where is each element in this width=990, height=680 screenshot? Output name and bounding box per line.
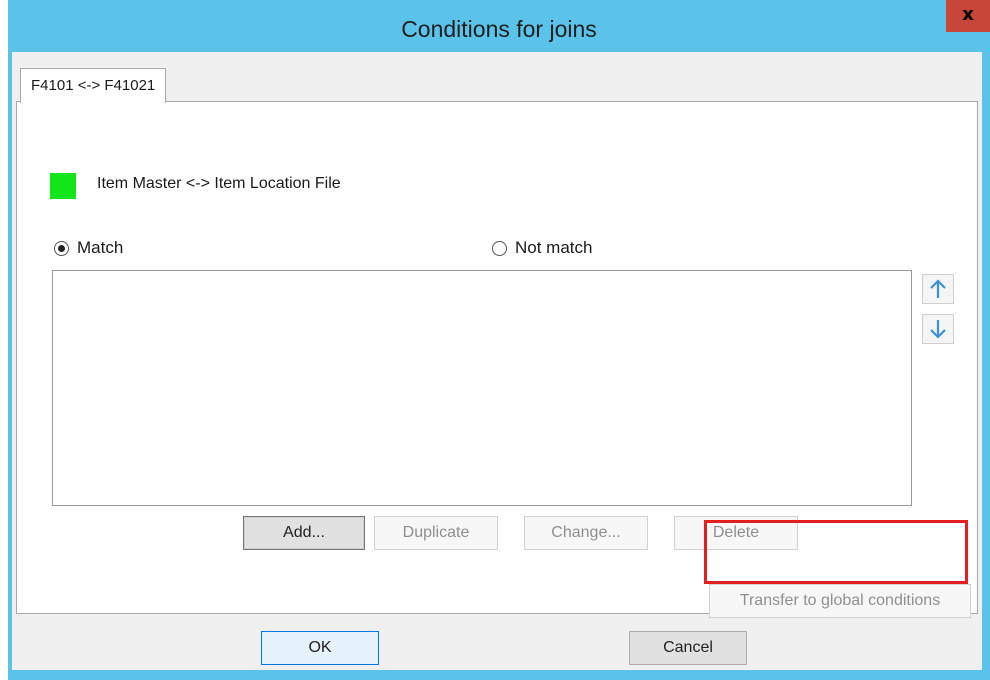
match-radio-label: Match — [77, 238, 124, 257]
highlight-annotation — [704, 520, 968, 584]
match-radio[interactable]: Match — [54, 238, 123, 258]
arrow-up-icon — [930, 279, 946, 298]
add-button[interactable]: Add... — [243, 516, 365, 550]
move-down-button[interactable] — [922, 314, 954, 344]
move-up-button[interactable] — [922, 274, 954, 304]
not-match-radio-indicator[interactable] — [492, 240, 507, 256]
join-color-swatch — [50, 173, 76, 199]
change-button[interactable]: Change... — [524, 516, 648, 550]
join-title: Item Master <-> Item Location File — [97, 175, 341, 192]
not-match-radio-label: Not match — [515, 238, 593, 257]
match-radio-indicator[interactable] — [54, 240, 69, 256]
ok-button[interactable]: OK — [261, 631, 379, 665]
tab-join[interactable]: F4101 <-> F41021 — [20, 68, 167, 103]
conditions-list[interactable] — [52, 270, 912, 506]
transfer-to-global-button[interactable]: Transfer to global conditions — [709, 584, 971, 618]
cancel-button[interactable]: Cancel — [629, 631, 747, 665]
close-button[interactable]: x — [946, 0, 990, 32]
window-title: Conditions for joins — [401, 16, 597, 42]
arrow-down-icon — [930, 320, 946, 339]
not-match-radio[interactable]: Not match — [492, 238, 592, 258]
duplicate-button[interactable]: Duplicate — [374, 516, 498, 550]
